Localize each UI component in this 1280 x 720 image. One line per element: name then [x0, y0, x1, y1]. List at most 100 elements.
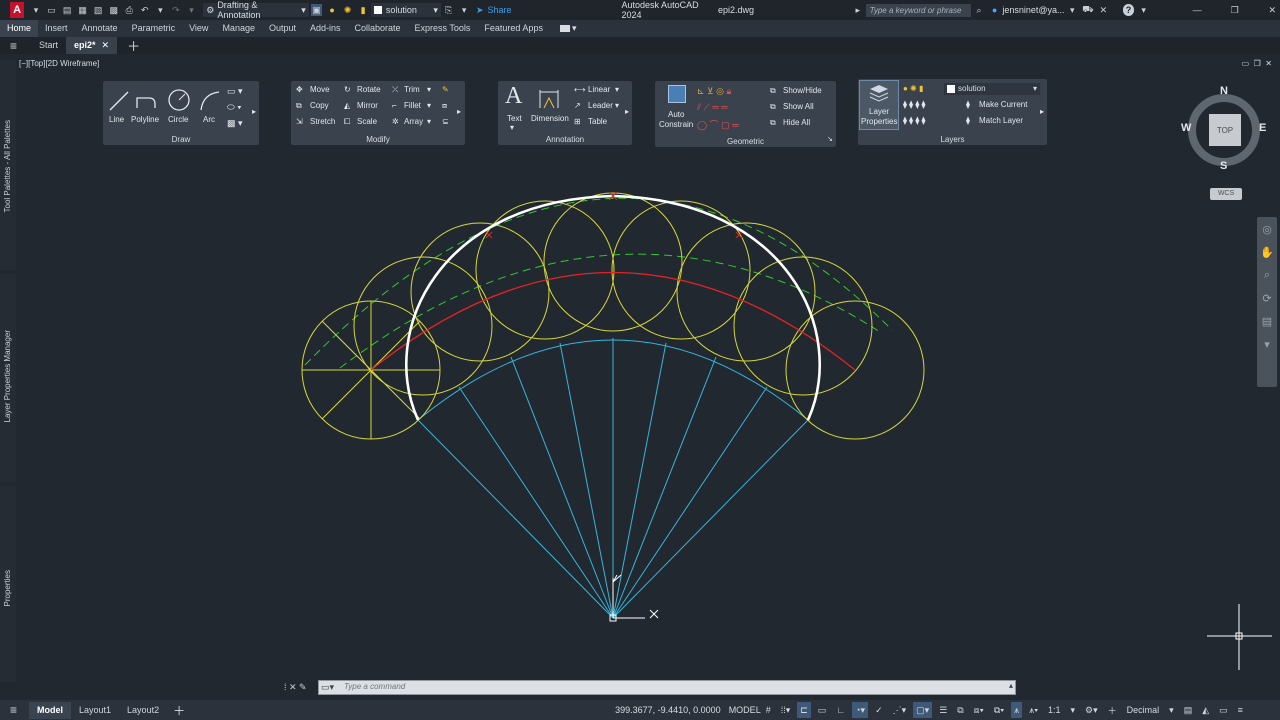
chevron-down-icon[interactable]: ▾ — [572, 23, 577, 34]
open-file-icon[interactable]: ▤ — [61, 4, 73, 16]
tab-annotate[interactable]: Annotate — [75, 20, 125, 37]
tab-express-tools[interactable]: Express Tools — [408, 20, 478, 37]
app-menu-chevron-icon[interactable]: ▾ — [30, 4, 42, 16]
model-space-toggle[interactable]: MODEL — [729, 705, 761, 715]
layer-properties-quick-icon[interactable]: ▣ — [310, 4, 323, 16]
user-icon[interactable]: ● — [989, 4, 1001, 16]
redo-dropdown-icon[interactable]: ▾ — [186, 4, 198, 16]
tool-palettes-label[interactable]: Tool Palettes - All Palettes — [3, 120, 12, 213]
save-icon[interactable]: ▦ — [77, 4, 89, 16]
close-tab-icon[interactable]: ✕ — [102, 40, 110, 50]
tab-featured-apps[interactable]: Featured Apps — [477, 20, 550, 37]
selection-cycling-icon[interactable]: ⧈▾ — [971, 702, 987, 718]
isometric-icon[interactable]: ⋰▾ — [890, 702, 910, 718]
tab-model[interactable]: Model — [29, 701, 72, 719]
sun-icon[interactable]: ✺ — [342, 4, 354, 16]
layout-menu-icon[interactable]: ≡ — [10, 703, 17, 717]
properties-palette-label[interactable]: Properties — [3, 570, 12, 606]
lock-icon[interactable]: ▮ — [357, 4, 369, 16]
search-expand-icon[interactable]: ▸ — [852, 4, 864, 16]
user-name[interactable]: jensninet@ya... — [1002, 5, 1064, 15]
isodraft-icon[interactable]: ∟ — [833, 702, 848, 718]
palette-strip-2[interactable]: Layer Properties Manager — [0, 274, 16, 482]
command-line[interactable]: ▭▾ Type a command ▴ — [318, 680, 1016, 695]
help-dropdown-icon[interactable]: ▾ — [1138, 4, 1150, 16]
autocad-logo[interactable]: A — [10, 2, 25, 18]
help-icon[interactable]: ? — [1123, 4, 1134, 16]
3d-osnap-icon[interactable]: ⧉▾ — [991, 702, 1007, 718]
lineweight-icon[interactable]: ☰ — [936, 702, 950, 718]
layer-combo-label: solution — [385, 5, 417, 15]
tab-add-ins[interactable]: Add-ins — [303, 20, 348, 37]
grid-icon[interactable]: # — [763, 702, 774, 718]
tab-parametric[interactable]: Parametric — [125, 20, 183, 37]
ortho-icon[interactable]: ⊏ — [797, 702, 811, 718]
bulb-icon[interactable]: ● — [326, 4, 338, 16]
auto-scale-icon[interactable]: ⩚▾ — [1026, 702, 1041, 718]
autodesk-a360-icon[interactable]: ✕ — [1098, 4, 1110, 16]
add-layout-plus-icon[interactable]: ＋ — [173, 702, 185, 719]
workspace-switch-icon[interactable]: ⚙▾ — [1082, 702, 1101, 718]
tab-manage[interactable]: Manage — [215, 20, 262, 37]
cart-icon[interactable]: ⛟ — [1082, 4, 1094, 16]
redo-icon[interactable]: ↷ — [170, 4, 182, 16]
new-tab-plus-icon[interactable]: ＋ — [127, 36, 140, 55]
isolate-objects-icon[interactable]: ◭ — [1199, 702, 1212, 718]
tab-view[interactable]: View — [182, 20, 215, 37]
command-scroll-up-icon[interactable]: ▴ — [1009, 681, 1013, 690]
undo-icon[interactable]: ↶ — [139, 4, 151, 16]
chevron-down-icon: ▾ — [301, 4, 306, 15]
save-as-icon[interactable]: ▧ — [92, 4, 104, 16]
workspace-switcher[interactable]: ⚙ Drafting & Annotation ▾ — [203, 0, 309, 20]
object-snap-tracking-icon[interactable]: ✓ — [872, 702, 886, 718]
units-dropdown-icon[interactable]: ▾ — [1166, 702, 1177, 718]
new-file-icon[interactable]: ▭ — [46, 4, 58, 16]
web-save-icon[interactable]: ▩ — [108, 4, 120, 16]
hamburger-menu-icon[interactable]: ≡ — [10, 39, 17, 53]
snap-mode-icon[interactable]: ⁞⁞▾ — [778, 702, 794, 718]
quick-properties-icon[interactable]: ▤ — [1181, 702, 1196, 718]
customization-icon[interactable]: ≡ — [1235, 702, 1246, 718]
tab-output[interactable]: Output — [262, 20, 303, 37]
tab-collaborate[interactable]: Collaborate — [348, 20, 408, 37]
search-input[interactable]: Type a keyword or phrase — [865, 3, 972, 17]
ribbon-toggle-icon[interactable] — [559, 25, 570, 32]
more-dropdown-icon[interactable]: ▾ — [458, 4, 470, 16]
share-icon[interactable]: ➤ — [474, 4, 486, 16]
tab-epi2[interactable]: epi2* ✕ — [66, 37, 118, 54]
layer-dropdown[interactable]: solution ▾ — [370, 3, 441, 17]
drawing-canvas[interactable]: [−][Top][2D Wireframe] ▭ ❐ ✕ Line Polyli… — [16, 54, 1280, 700]
restore-icon[interactable]: ❐ — [1229, 4, 1241, 16]
tab-layout2[interactable]: Layout2 — [119, 702, 167, 719]
palette-strip-1[interactable]: Tool Palettes - All Palettes — [0, 60, 16, 270]
chevron-down-icon[interactable]: ▾ — [1067, 4, 1079, 16]
tab-insert[interactable]: Insert — [38, 20, 75, 37]
clean-screen-icon[interactable]: ▭ — [1216, 702, 1231, 718]
undo-dropdown-icon[interactable]: ▾ — [155, 4, 167, 16]
match-properties-icon[interactable]: ⎘ — [443, 4, 455, 16]
close-icon[interactable]: ✕ — [1266, 4, 1278, 16]
annotation-scale-label[interactable]: 1:1 — [1045, 702, 1064, 718]
annotation-scale-dropdown-icon[interactable]: ▾ — [1068, 702, 1079, 718]
annotation-visibility-icon[interactable]: ⩚ — [1011, 702, 1023, 718]
share-button[interactable]: Share — [488, 5, 512, 15]
dynamic-input-icon[interactable]: ▭ — [815, 702, 830, 718]
minimize-icon[interactable]: — — [1191, 4, 1203, 16]
units-label[interactable]: Decimal — [1124, 702, 1163, 718]
search-icon[interactable]: ⌕ — [973, 4, 985, 16]
tab-start[interactable]: Start — [31, 37, 66, 54]
command-history-icon[interactable]: ▭▾ — [321, 682, 334, 693]
layer-properties-manager-label[interactable]: Layer Properties Manager — [3, 330, 12, 423]
command-input[interactable]: Type a command — [344, 682, 405, 691]
coordinates-readout[interactable]: 399.3677, -9.4410, 0.0000 — [615, 705, 721, 715]
palette-strip-3[interactable]: Properties — [0, 486, 16, 682]
object-snap-icon[interactable]: ▢▾ — [913, 702, 933, 718]
command-line-grip[interactable]: ⁞ ✕ ✎ — [284, 682, 307, 693]
polar-tracking-icon[interactable]: ◔▾ — [852, 702, 869, 718]
tab-epi2-label: epi2* — [74, 40, 96, 50]
transparency-icon[interactable]: ⧉ — [954, 702, 966, 718]
plot-icon[interactable]: ⎙ — [124, 4, 136, 16]
tab-layout1[interactable]: Layout1 — [71, 702, 119, 719]
tab-home[interactable]: Home — [0, 20, 39, 37]
annotation-monitor-icon[interactable]: ＋ — [1105, 702, 1120, 718]
